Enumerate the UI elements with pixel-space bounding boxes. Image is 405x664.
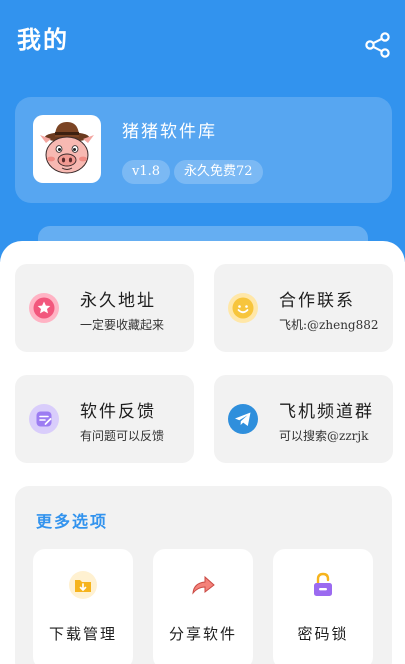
tile-subtitle: 有问题可以反馈: [80, 429, 165, 443]
tile-subtitle: 飞机:@zheng882: [279, 318, 379, 332]
tile-title: 永久地址: [80, 291, 156, 311]
share-arrow-icon: [192, 575, 215, 595]
share-icon[interactable]: [364, 31, 392, 59]
tile-title: 合作联系: [279, 291, 355, 311]
tile-subtitle: 一定要收藏起来: [80, 318, 165, 332]
tile-cooperation-contact[interactable]: 合作联系 飞机:@zheng882: [214, 264, 393, 352]
tile-software-feedback[interactable]: 软件反馈 有问题可以反馈: [15, 375, 194, 463]
pig-cowboy-avatar-icon: [40, 122, 94, 174]
more-options-section: 更多选项 下载管理 分享软件 密码锁: [15, 486, 392, 664]
option-label: 分享软件: [168, 625, 237, 643]
tile-title: 飞机频道群: [279, 402, 374, 422]
option-label: 下载管理: [48, 625, 117, 643]
option-password-lock[interactable]: 密码锁: [273, 549, 373, 664]
app-avatar: [33, 115, 101, 183]
telegram-icon: [228, 404, 258, 434]
download-folder-icon: [69, 571, 97, 599]
smile-chat-icon: [228, 293, 258, 323]
version-badge: v1.8: [122, 160, 171, 184]
page-title: 我的: [17, 25, 69, 54]
star-icon: [29, 293, 59, 323]
option-share-software[interactable]: 分享软件: [153, 549, 253, 664]
profile-card: 猪猪软件库 v1.8 永久免费72: [15, 97, 392, 203]
app-name: 猪猪软件库: [122, 122, 217, 142]
header: 我的 猪猪软件库 v1.8 永久免费72: [0, 0, 405, 266]
more-options-title: 更多选项: [36, 512, 109, 531]
feedback-icon: [29, 404, 59, 434]
free-badge: 永久免费72: [174, 160, 263, 184]
option-download-manager[interactable]: 下载管理: [33, 549, 133, 664]
option-label: 密码锁: [297, 625, 349, 643]
tile-subtitle: 可以搜索@zzrjk: [279, 429, 369, 443]
tile-title: 软件反馈: [80, 402, 156, 422]
lock-icon: [314, 572, 332, 596]
tile-permanent-address[interactable]: 永久地址 一定要收藏起来: [15, 264, 194, 352]
tile-telegram-channel[interactable]: 飞机频道群 可以搜索@zzrjk: [214, 375, 393, 463]
